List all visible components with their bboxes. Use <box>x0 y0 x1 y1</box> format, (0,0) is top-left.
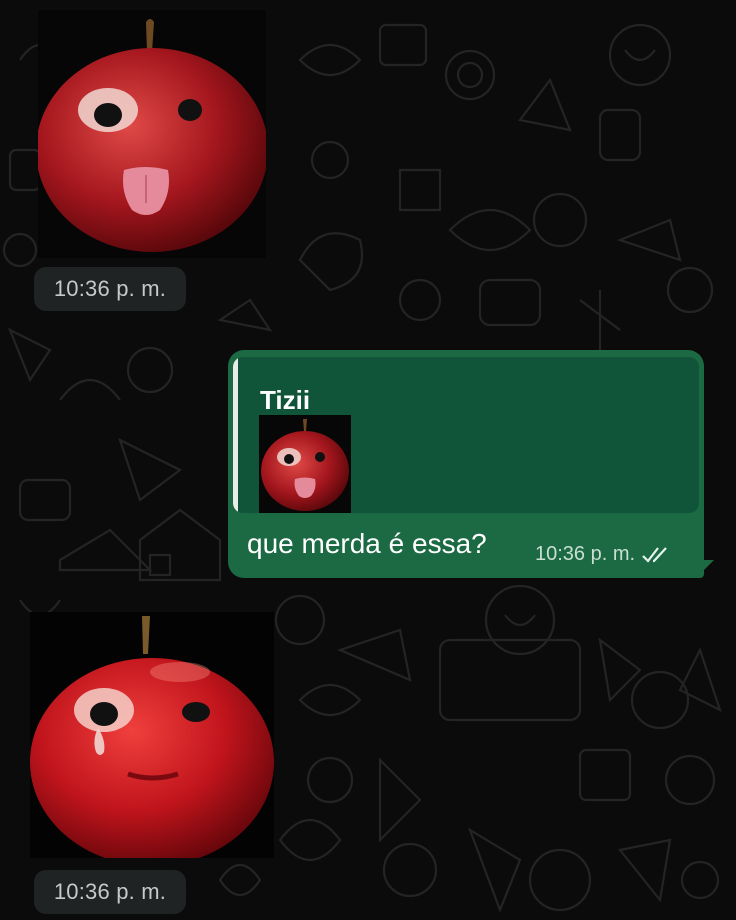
message-time: 10:36 p. m. <box>34 267 186 311</box>
message-text: que merda é essa? <box>247 528 487 559</box>
message-time: 10:36 p. m. <box>34 870 186 914</box>
incoming-image-message[interactable] <box>30 612 274 858</box>
message-meta: 10:36 p. m. <box>535 543 673 566</box>
incoming-image-message[interactable] <box>38 10 266 258</box>
quoted-author: Tizii <box>260 385 311 415</box>
apple-tongue-image <box>38 10 266 258</box>
quoted-reply[interactable]: Tizii <box>233 357 699 513</box>
quote-accent-bar <box>233 357 238 513</box>
double-check-read-icon <box>642 546 667 563</box>
message-time: 10:36 p. m. <box>535 543 636 565</box>
outgoing-message-bubble[interactable]: Tizii que merda é essa? 10:36 p. m. <box>228 350 704 578</box>
quoted-thumbnail <box>259 415 351 513</box>
apple-crying-image <box>30 612 274 858</box>
